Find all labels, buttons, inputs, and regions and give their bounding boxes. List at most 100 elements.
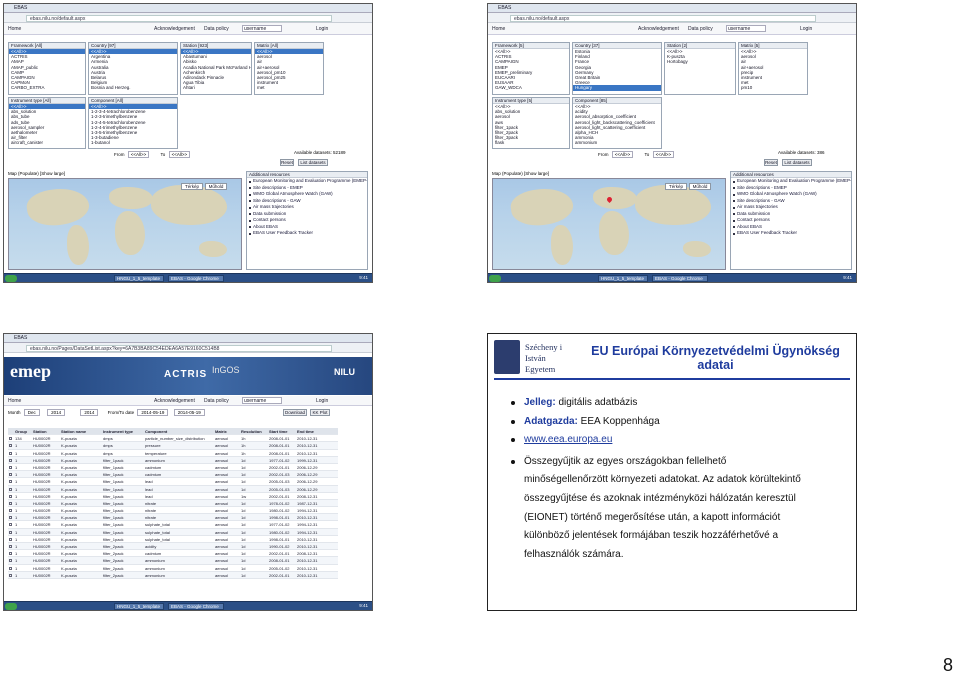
table-row[interactable]: 1 HU0002R K-puszta filter_1pack sulphate_tot…: [8, 521, 338, 529]
from-select[interactable]: <<All>>: [127, 151, 150, 158]
address-bar[interactable]: ebas.nilu.no/default.aspx: [4, 13, 372, 23]
resource-link[interactable]: EBAS User Feedback Tracker: [731, 230, 851, 237]
taskbar-item[interactable]: HNGU_1_5_template: [598, 275, 648, 282]
to-select[interactable]: <<All>>: [652, 151, 675, 158]
login-link[interactable]: Login: [316, 398, 328, 404]
table-row[interactable]: 1 HU0002R K-puszta filter_1pack nitrate aeros…: [8, 499, 338, 508]
username-input[interactable]: username: [242, 397, 282, 404]
home-link[interactable]: Home: [492, 26, 505, 32]
eea-link[interactable]: www.eea.europa.eu: [524, 434, 612, 445]
map-view-button[interactable]: Térkép: [181, 183, 203, 190]
satellite-view-button[interactable]: Műhold: [689, 183, 711, 190]
to-select[interactable]: <<All>>: [168, 151, 191, 158]
start-icon[interactable]: [5, 275, 17, 282]
browser-tab[interactable]: EBAS: [4, 334, 372, 343]
address-bar[interactable]: ebas.nilu.no/Pages/DataSetList.aspx?key=…: [4, 343, 372, 353]
table-row[interactable]: 134 HU0002R K-puszta dmps particle_number_si…: [8, 435, 338, 443]
list-item[interactable]: Hungary: [573, 85, 661, 91]
date-to-input[interactable]: 2014-05-19: [173, 409, 205, 416]
taskbar-item[interactable]: EBAS - Google Chrome: [168, 603, 224, 610]
component-list[interactable]: Component [85] <<All>> acidity aerosol_a…: [572, 97, 662, 149]
kk-plot-button[interactable]: KK Plot: [310, 409, 330, 416]
table-row[interactable]: 1 HU0002R K-puszta filter_1pack lead aerosol 1…: [8, 485, 338, 493]
list-item[interactable]: Bosnia and Herzeg.: [89, 85, 177, 90]
table-row[interactable]: 1 HU0002R K-puszta filter_1pack nitrate aeros…: [8, 507, 338, 515]
browser-tab[interactable]: EBAS: [4, 4, 372, 13]
list-datasets-button[interactable]: List datasets: [782, 159, 812, 166]
year-to-select[interactable]: 2014: [80, 409, 99, 416]
satellite-view-button[interactable]: Műhold: [205, 183, 227, 190]
instrument-list[interactable]: Instrument type [5] <<All>> abs_solution…: [492, 97, 570, 149]
start-icon[interactable]: [5, 603, 17, 610]
table-row[interactable]: 1 HU0002R K-puszta filter_2pack ammonium aero…: [8, 557, 338, 565]
list-item[interactable]: GAW_WDCA: [493, 85, 569, 90]
year-select[interactable]: 2014: [47, 409, 66, 416]
map-view-button[interactable]: Térkép: [665, 183, 687, 190]
from-select[interactable]: <<All>>: [611, 151, 634, 158]
username-input[interactable]: username: [726, 25, 766, 32]
table-row[interactable]: 1 HU0002R K-puszta filter_2pack acidity aeros…: [8, 543, 338, 551]
station-list[interactable]: Station [2] <<All>> K-puszta Hortobagy: [664, 42, 736, 95]
taskbar-item[interactable]: HNGU_1_5_template: [114, 275, 164, 282]
country-list[interactable]: Country [97] <<All>> Argentina Armenia A…: [88, 42, 178, 95]
home-link[interactable]: Home: [8, 26, 21, 32]
list-item[interactable]: Ahtari: [181, 85, 251, 90]
list-item[interactable]: 1-butanol: [89, 140, 177, 145]
taskbar-item[interactable]: EBAS - Google Chrome: [168, 275, 224, 282]
table-row[interactable]: 1 HU0002R K-puszta filter_1pack sulphate_tot…: [8, 536, 338, 543]
address-bar[interactable]: ebas.nilu.no/default.aspx: [488, 13, 856, 23]
month-select[interactable]: Dec: [23, 409, 40, 416]
table-row[interactable]: 1 HU0002R K-puszta filter_1pack lead aerosol 1…: [8, 478, 338, 486]
list-item[interactable]: Hortobagy: [665, 59, 735, 64]
start-icon[interactable]: [489, 275, 501, 282]
download-button[interactable]: Download: [283, 409, 307, 416]
date-from-input[interactable]: 2014-05-19: [137, 409, 169, 416]
list-item[interactable]: met: [255, 85, 323, 90]
login-link[interactable]: Login: [316, 26, 328, 32]
framework-list[interactable]: Framework [All] <<All>> ACTRIS AMAP AMAP…: [8, 42, 86, 95]
data-policy-link[interactable]: Data policy: [204, 398, 229, 404]
table-row[interactable]: 1 HU0002R K-puszta filter_1pack lead aerosol 1…: [8, 493, 338, 500]
data-policy-link[interactable]: Data policy: [204, 26, 229, 32]
table-row[interactable]: 1 HU0002R K-puszta filter_2pack ammonium aero…: [8, 565, 338, 572]
country-list[interactable]: Country [37] Estonia Finland France Geor…: [572, 42, 662, 95]
table-row[interactable]: 1 HU0002R K-puszta dmps temperature aerosol 1h…: [8, 450, 338, 457]
component-list[interactable]: Component [All] <<All>> 1-2-3-4-tetrachl…: [88, 97, 178, 149]
url-field[interactable]: ebas.nilu.no/default.aspx: [510, 15, 816, 22]
acknowledgement-link[interactable]: Acknowledgement: [154, 26, 195, 32]
reset-button[interactable]: Reset: [764, 159, 778, 166]
matrix-list[interactable]: Matrix [5] <<All>> aerosol air air+aeros…: [738, 42, 808, 95]
acknowledgement-link[interactable]: Acknowledgement: [638, 26, 679, 32]
login-link[interactable]: Login: [800, 26, 812, 32]
acknowledgement-link[interactable]: Acknowledgement: [154, 398, 195, 404]
table-row[interactable]: 1 HU0002R K-puszta filter_1pack nitrate aeros…: [8, 514, 338, 522]
list-item[interactable]: pm10: [739, 85, 807, 90]
station-list[interactable]: Station [923] <<All>> Abastumani Abisko …: [180, 42, 252, 95]
framework-list[interactable]: Framework [5] <<All>> ACTRIS CAMPAIGN EM…: [492, 42, 570, 95]
data-policy-link[interactable]: Data policy: [688, 26, 713, 32]
list-item[interactable]: aircraft_canister: [9, 140, 85, 145]
instrument-list[interactable]: Instrument type [All] <<All>> abs_soluti…: [8, 97, 86, 149]
table-row[interactable]: 1 HU0002R K-puszta filter_1pack cadmium aeros…: [8, 464, 338, 472]
table-row[interactable]: 1 HU0002R K-puszta filter_1pack sulphate_tot…: [8, 528, 338, 536]
home-link[interactable]: Home: [8, 398, 21, 404]
taskbar-item[interactable]: HNGU_1_5_template: [114, 603, 164, 610]
table-row[interactable]: 1 HU0002R K-puszta filter_1pack ammonium aero…: [8, 456, 338, 464]
reset-button[interactable]: Reset: [280, 159, 294, 166]
world-map[interactable]: Térkép Műhold: [492, 178, 726, 270]
browser-tab[interactable]: EBAS: [488, 4, 856, 13]
resource-link[interactable]: EBAS User Feedback Tracker: [247, 230, 367, 237]
list-item[interactable]: flask: [493, 140, 569, 145]
table-row[interactable]: 1 HU0002R K-puszta filter_2pack ammonium aero…: [8, 571, 338, 579]
list-item[interactable]: ammonium: [573, 140, 661, 145]
list-datasets-button[interactable]: List datasets: [298, 159, 328, 166]
world-map[interactable]: Térkép Műhold: [8, 178, 242, 270]
username-input[interactable]: username: [242, 25, 282, 32]
table-row[interactable]: 1 HU0002R K-puszta filter_1pack cadmium aeros…: [8, 471, 338, 479]
url-field[interactable]: ebas.nilu.no/default.aspx: [26, 15, 332, 22]
url-field[interactable]: ebas.nilu.no/Pages/DataSetList.aspx?key=…: [26, 345, 332, 352]
table-row[interactable]: 1 HU0002R K-puszta filter_2pack cadmium aeros…: [8, 550, 338, 558]
taskbar-item[interactable]: EBAS - Google Chrome: [652, 275, 708, 282]
table-row[interactable]: 1 HU0002R K-puszta dmps pressure aerosol 1h 200…: [8, 442, 338, 450]
list-item[interactable]: CARBO_EXTRA: [9, 85, 85, 90]
